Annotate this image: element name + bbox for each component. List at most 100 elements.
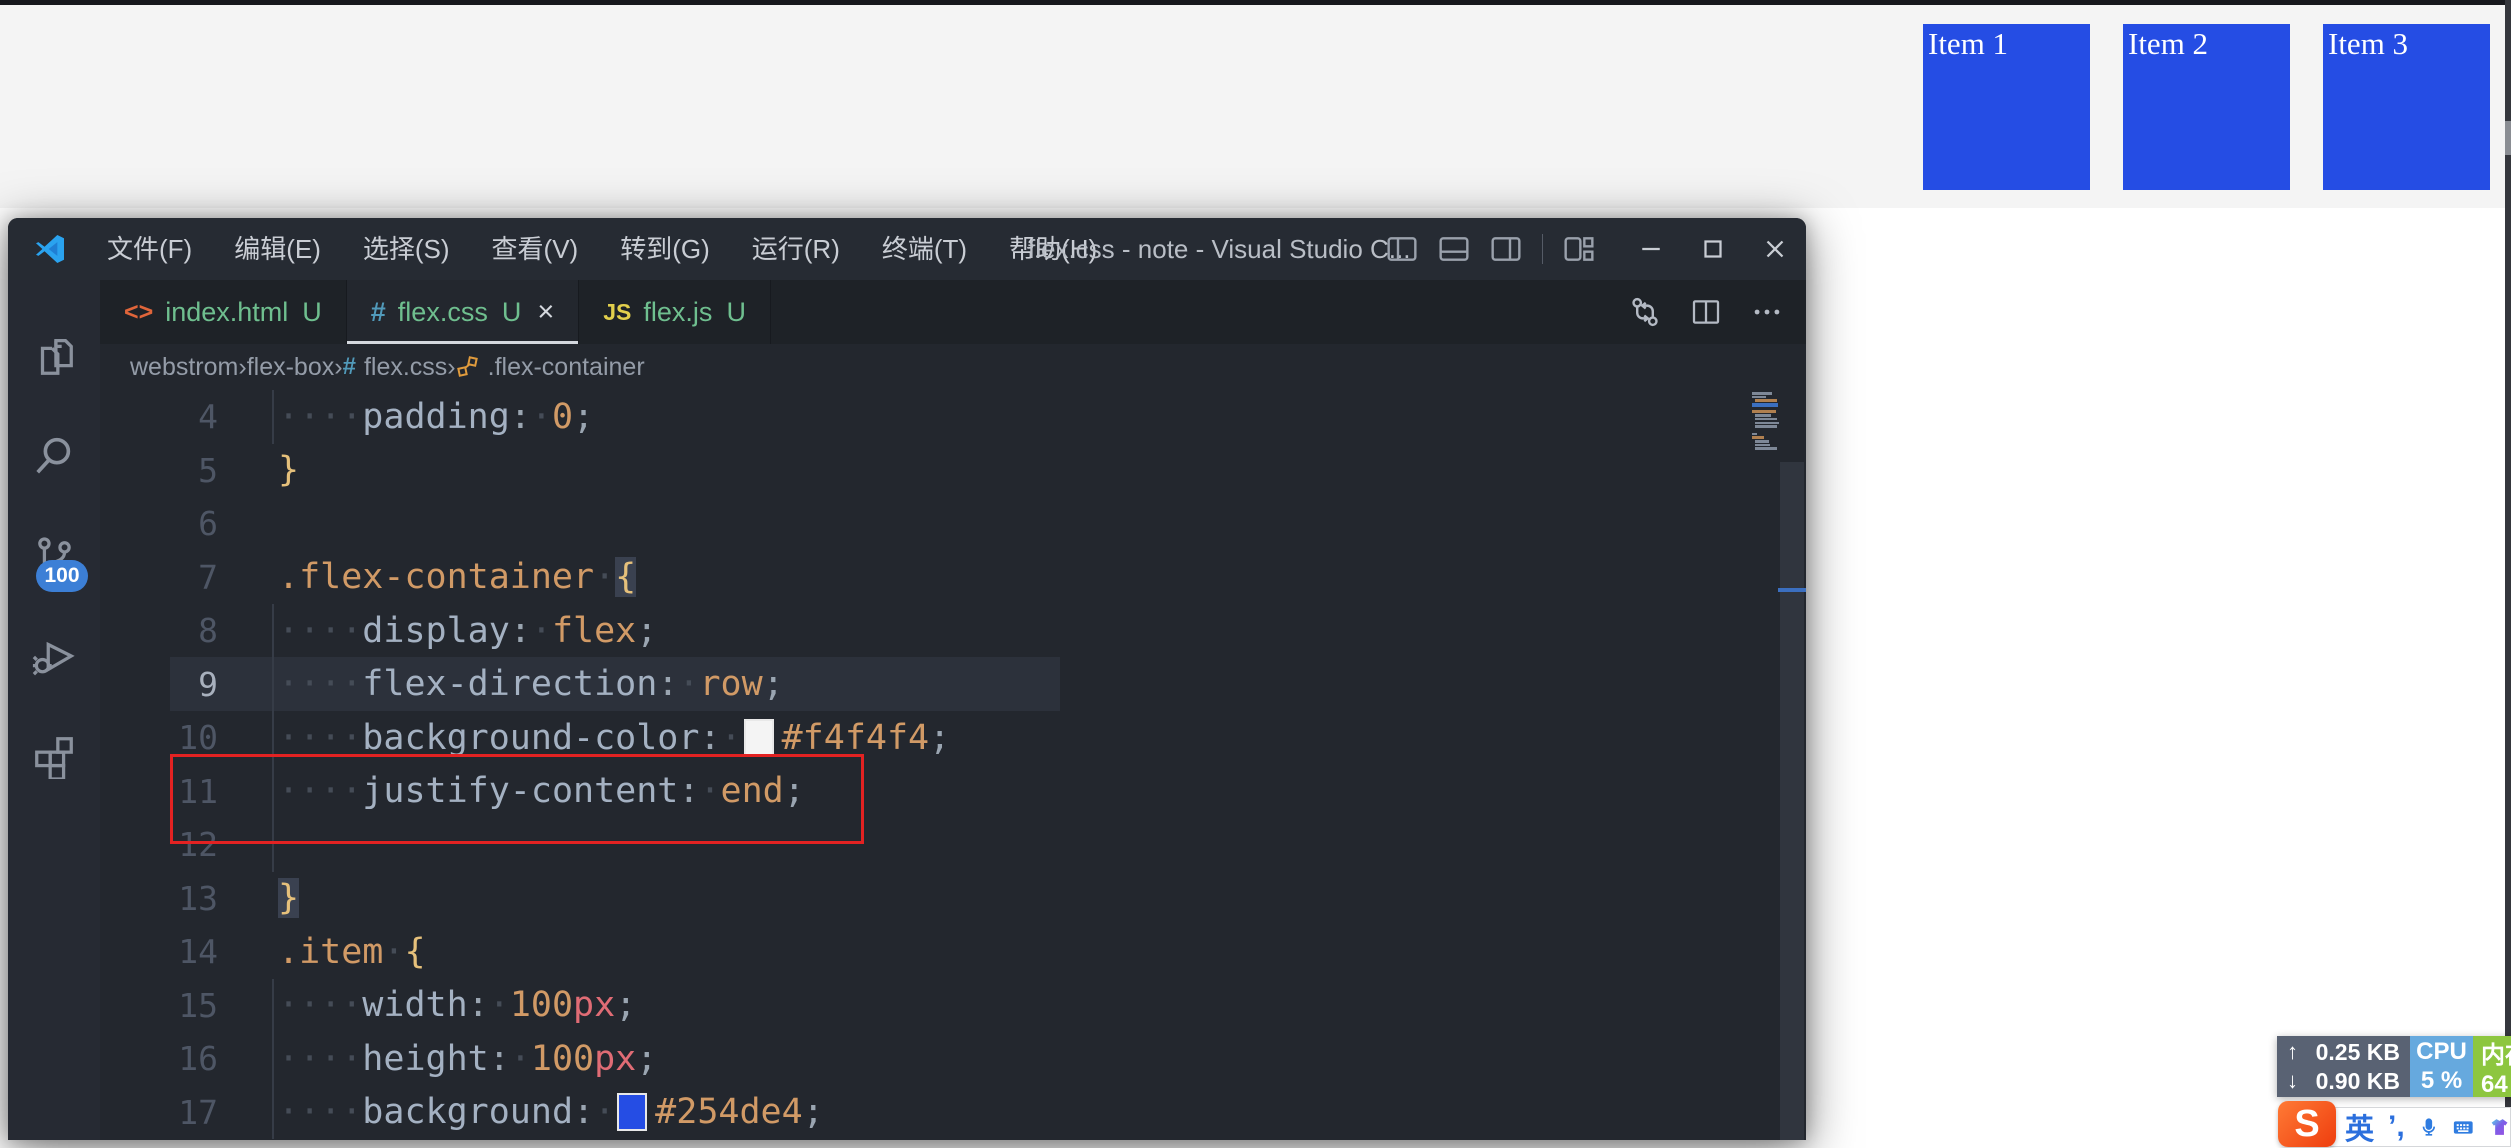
line-code: ···· width: · 100 px; — [278, 985, 637, 1026]
keyboard-icon[interactable] — [2452, 1111, 2475, 1143]
memory-widget: 内存 64 — [2473, 1036, 2511, 1098]
open-changes-icon[interactable] — [1628, 295, 1662, 329]
more-actions-icon[interactable] — [1750, 295, 1784, 329]
net-speed-widget: ↑ 0.25 KB ↓ 0.90 KB CPU 5 % 内存 64 — [2277, 1036, 2511, 1098]
modified-badge: U — [501, 296, 522, 327]
minimize-icon[interactable] — [1620, 218, 1682, 280]
line-number: 6 — [198, 504, 218, 544]
editor-scrollbar[interactable] — [1778, 390, 1806, 1140]
tab-label: flex.css — [397, 296, 488, 327]
flex-items-row: Item 1 Item 2 Item 3 — [1923, 24, 2490, 190]
menu-r[interactable]: 运行(R) — [731, 218, 861, 280]
code-line-14[interactable]: 14 .item ·{ — [100, 925, 1806, 979]
line-code: .flex-container ·{ — [278, 557, 637, 598]
line-code: ···· padding: · 0; — [278, 396, 595, 437]
code-line-16[interactable]: 16 ···· height: · 100 px; — [100, 1032, 1806, 1086]
menu-f[interactable]: 文件(F) — [86, 218, 213, 280]
title-bar: 文件(F) 编辑(E) 选择(S) 查看(V) 转到(G) 运行(R) 终端(T) 帮助(H)… — [8, 218, 1806, 280]
window-title: flex.css - note - Visual Studio C... — [1028, 234, 1411, 264]
line-number: 8 — [198, 611, 218, 651]
scrollbar-thumb[interactable] — [2505, 121, 2511, 155]
breadcrumb-label: .flex-container — [487, 352, 645, 381]
code-line-5[interactable]: 5} — [100, 444, 1806, 498]
scrollbar-decoration — [1778, 588, 1806, 592]
download-arrow-icon: ↓ — [2287, 1068, 2298, 1093]
minimap-decoration — [1752, 403, 1778, 407]
ime-punctuation-toggle[interactable]: ’, — [2388, 1112, 2405, 1142]
toggle-secondary-sidebar-icon[interactable] — [1484, 227, 1528, 271]
editor-scrollbar-slider[interactable] — [1780, 462, 1804, 1140]
html-icon: <> — [124, 297, 154, 326]
breadcrumb-separator: › — [447, 352, 456, 381]
line-code: } — [278, 878, 300, 919]
upload-speed: 0.25 KB — [2315, 1038, 2400, 1065]
code-line-7[interactable]: 7 .flex-container ·{ — [100, 551, 1806, 605]
line-number: 14 — [178, 932, 218, 972]
ime-language-toggle[interactable]: 英 — [2345, 1106, 2374, 1148]
customize-layout-icon[interactable] — [1557, 227, 1601, 271]
css-class-icon — [456, 355, 480, 379]
line-number: 9 — [198, 664, 218, 704]
menu-g[interactable]: 转到(G) — [599, 218, 731, 280]
toggle-panel-icon[interactable] — [1432, 227, 1476, 271]
minimap[interactable] — [1752, 392, 1779, 451]
browser-scrollbar[interactable] — [2505, 0, 2511, 1140]
code-line-4[interactable]: 4 ···· padding: · 0; — [100, 390, 1806, 444]
menu-e[interactable]: 编辑(E) — [213, 218, 342, 280]
breadcrumb-item-webstrom[interactable]: webstrom — [130, 353, 238, 382]
color-swatch[interactable] — [617, 1093, 648, 1132]
js-icon: JS — [603, 298, 632, 325]
code-line-17[interactable]: 17 ···· background: · #254de4; — [100, 1085, 1806, 1140]
code-line-8[interactable]: 8 ···· display: · flex; — [100, 604, 1806, 658]
tab-label: flex.js — [643, 296, 713, 327]
vscode-window: 文件(F) 编辑(E) 选择(S) 查看(V) 转到(G) 运行(R) 终端(T) 帮助(H)… — [8, 218, 1806, 1140]
line-code: ···· display: · flex; — [278, 610, 658, 651]
vscode-logo-icon — [36, 235, 64, 263]
memory-value: 64 — [2481, 1070, 2508, 1098]
toggle-sidebar-icon[interactable] — [1380, 227, 1424, 271]
explorer-icon[interactable] — [8, 306, 100, 406]
code-lines[interactable]: 4 ···· padding: · 0; 5} 6 7 .flex-container ·{ 8 ··… — [100, 390, 1806, 1139]
code-line-12[interactable]: 12 — [100, 818, 1806, 872]
tab-index.html[interactable]: <> index.html U — [100, 280, 347, 344]
download-speed: 0.90 KB — [2315, 1067, 2400, 1094]
maximize-icon[interactable] — [1682, 218, 1744, 280]
code-editor[interactable]: 4 ···· padding: · 0; 5} 6 7 .flex-container ·{ 8 ··… — [100, 390, 1806, 1140]
split-editor-icon[interactable] — [1690, 296, 1722, 328]
breadcrumb-item-flex.css[interactable]: # flex.css — [343, 353, 448, 382]
code-line-9[interactable]: 9 ···· flex-direction: · row; — [100, 657, 1806, 712]
close-icon[interactable] — [1744, 218, 1806, 280]
code-line-13[interactable]: 13} — [100, 872, 1806, 926]
menu-v[interactable]: 查看(V) — [471, 218, 600, 280]
tab-close-icon[interactable]: × — [537, 296, 554, 329]
tab-flex.js[interactable]: JS flex.js U — [579, 280, 771, 344]
line-number: 11 — [178, 771, 218, 811]
mic-icon[interactable] — [2419, 1113, 2439, 1141]
run-debug-icon[interactable] — [8, 606, 100, 706]
editor-actions — [1628, 280, 1784, 344]
code-line-6[interactable]: 6 — [100, 497, 1806, 551]
line-code: ···· flex-direction: · row; — [278, 664, 784, 705]
breadcrumb-item-.flex-container[interactable]: .flex-container — [456, 353, 645, 382]
code-line-11[interactable]: 11 ···· justify-content: · end; — [100, 764, 1806, 819]
sogou-logo[interactable]: S — [2278, 1101, 2336, 1147]
menu-s[interactable]: 选择(S) — [342, 218, 471, 280]
code-line-10[interactable]: 10 ···· background-color: · #f4f4f4; — [100, 711, 1806, 765]
extensions-icon[interactable] — [8, 706, 100, 806]
flex-item-3: Item 3 — [2323, 24, 2490, 190]
code-line-15[interactable]: 15 ···· width: · 100 px; — [100, 978, 1806, 1033]
source-control-icon[interactable]: 100 — [8, 506, 100, 606]
css-icon: # — [370, 296, 386, 327]
breadcrumb-separator: › — [334, 352, 343, 381]
search-icon[interactable] — [8, 406, 100, 506]
line-code: ···· background-color: · #f4f4f4; — [278, 717, 951, 758]
color-swatch[interactable] — [743, 718, 774, 757]
menu-t[interactable]: 终端(T) — [861, 218, 988, 280]
tab-flex.css[interactable]: # flex.css U × — [346, 280, 580, 344]
breadcrumb-item-flex-box[interactable]: flex-box — [247, 353, 335, 382]
line-number: 15 — [178, 985, 218, 1025]
window-controls — [1620, 218, 1806, 280]
skin-icon[interactable] — [2489, 1112, 2510, 1142]
line-number: 7 — [198, 557, 218, 597]
flex-item-1: Item 1 — [1923, 24, 2090, 190]
